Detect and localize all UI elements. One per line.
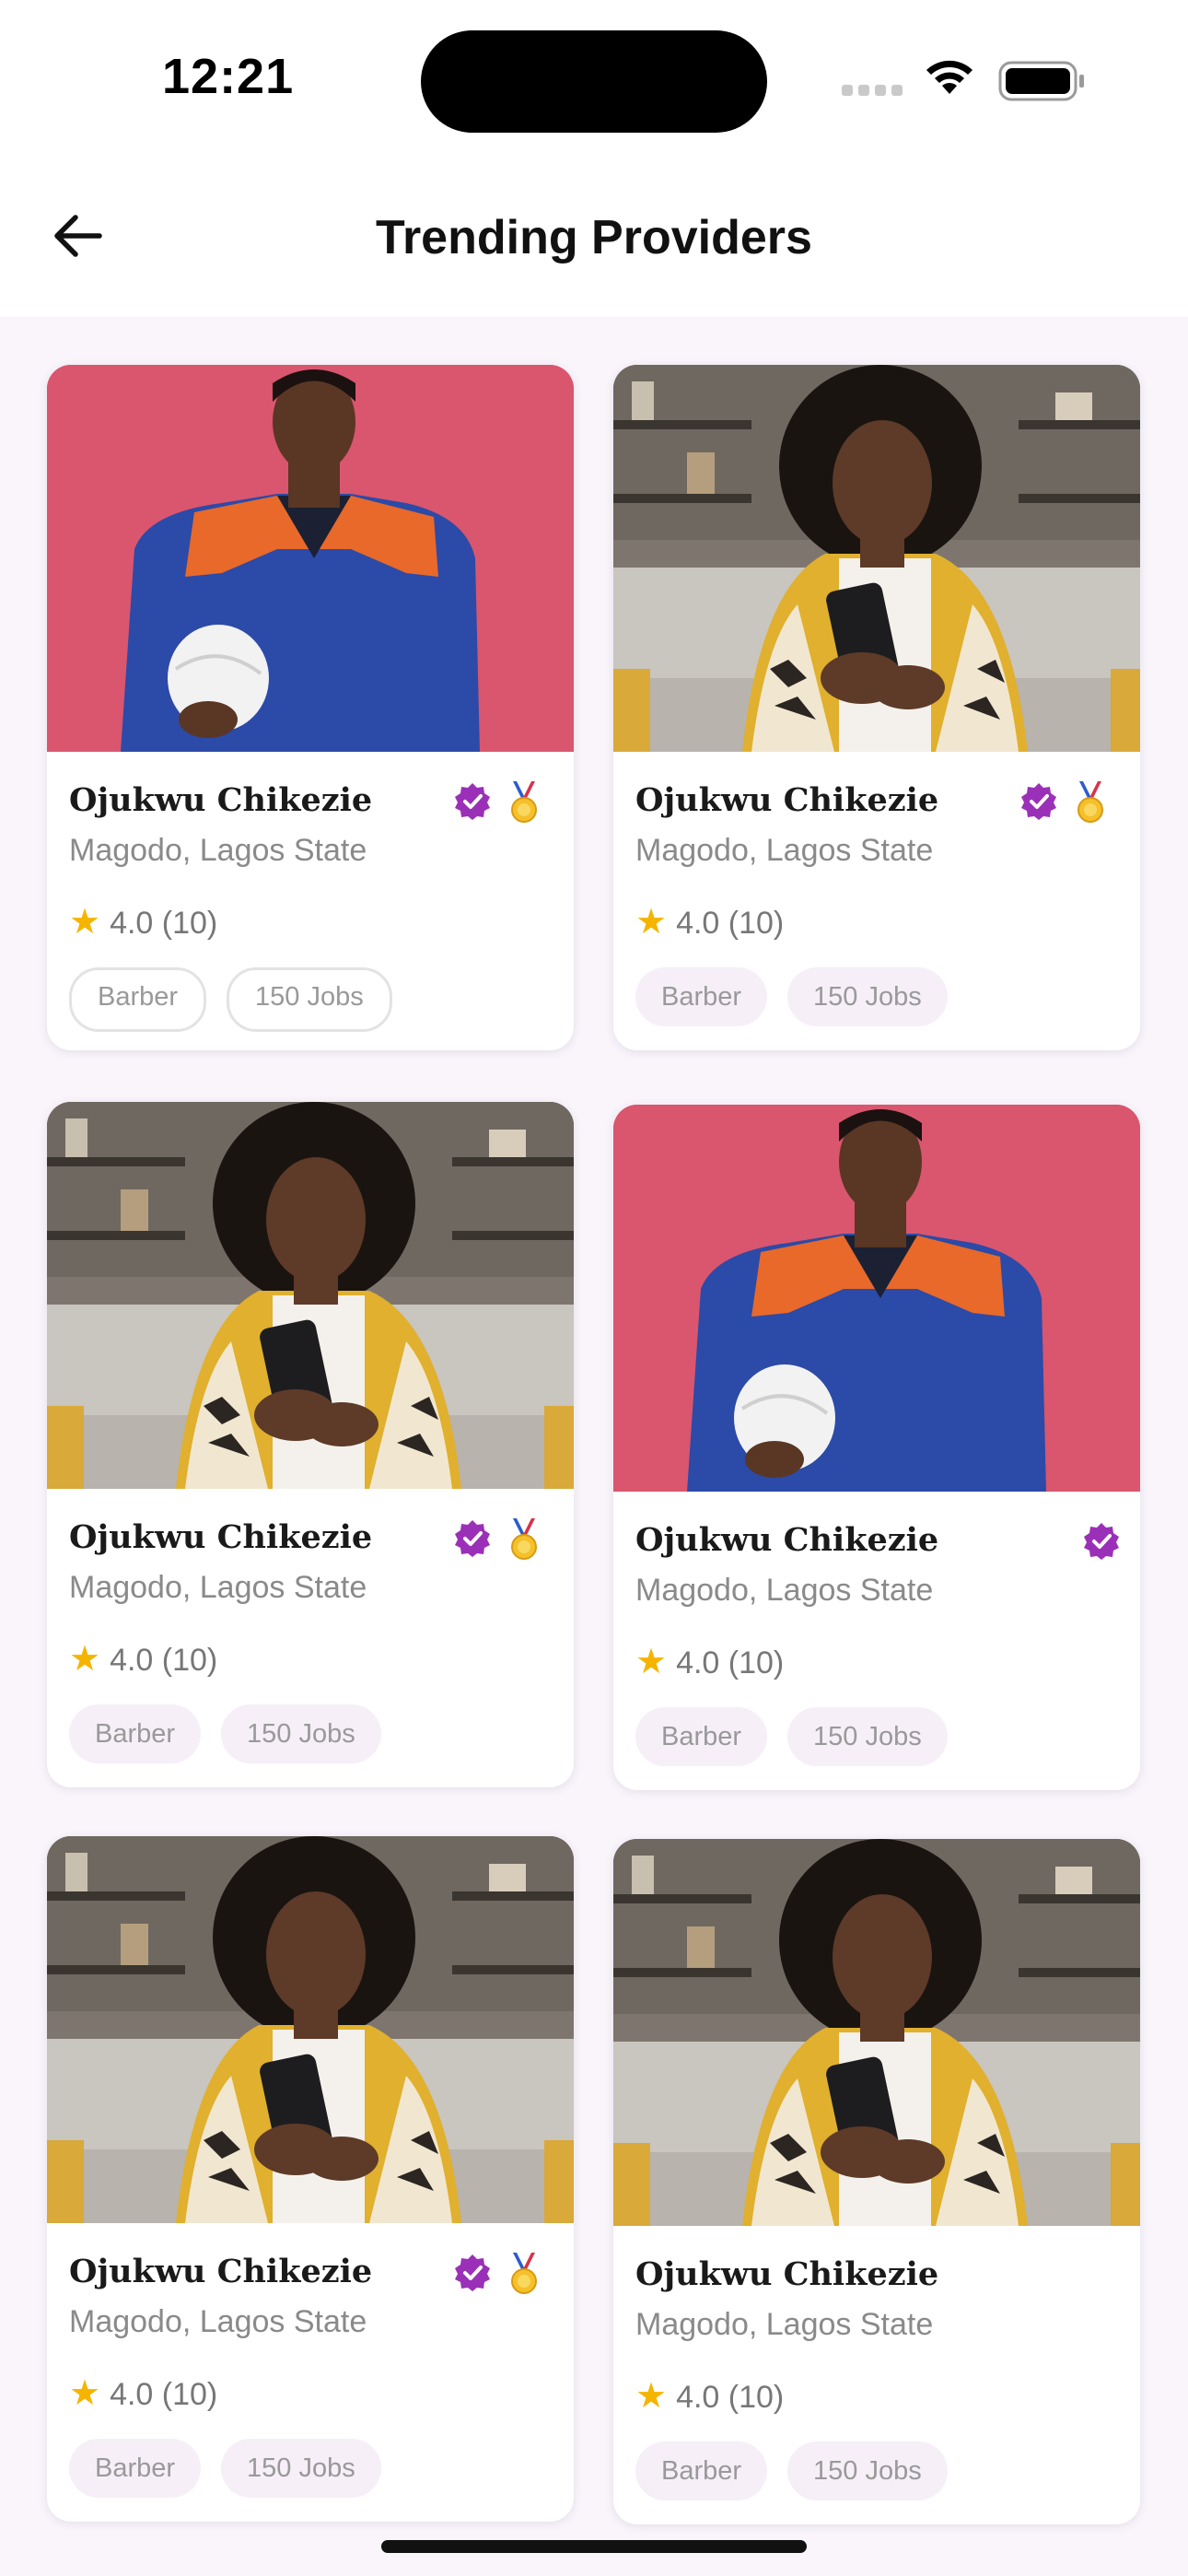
provider-rating: ★ 4.0 (10) bbox=[69, 2372, 217, 2414]
wifi-icon bbox=[926, 60, 973, 94]
provider-rating: ★ 4.0 (10) bbox=[635, 1641, 784, 1682]
dynamic-island bbox=[421, 30, 767, 133]
verified-badge-icon bbox=[455, 1520, 490, 1557]
verified-badge-icon bbox=[1084, 1523, 1119, 1560]
rating-value: 4.0 (10) bbox=[110, 1643, 218, 1678]
provider-tags: Barber 150 Jobs bbox=[635, 967, 968, 1026]
service-tag: Barber bbox=[635, 967, 768, 1026]
page-title: Trending Providers bbox=[376, 211, 812, 264]
verified-badge-icon bbox=[1021, 783, 1056, 820]
provider-location: Magodo, Lagos State bbox=[635, 2307, 934, 2342]
provider-card[interactable]: Ojukwu Chikezie Magodo, Lagos State ★ 4.0… bbox=[47, 1102, 574, 1787]
status-time: 12:21 bbox=[162, 49, 295, 104]
provider-rating: ★ 4.0 (10) bbox=[635, 2375, 784, 2417]
cellular-signal-icon bbox=[842, 85, 908, 101]
jobs-count-tag: 150 Jobs bbox=[221, 2439, 381, 2498]
star-icon: ★ bbox=[635, 1643, 668, 1681]
provider-card[interactable]: Ojukwu Chikezie Magodo, Lagos State ★ 4.0… bbox=[47, 1836, 574, 2522]
verified-badge-icon bbox=[455, 2254, 490, 2291]
jobs-count-tag: 150 Jobs bbox=[787, 2441, 948, 2500]
provider-photo-man bbox=[613, 1105, 1140, 1492]
provider-photo-man bbox=[47, 365, 574, 752]
home-indicator bbox=[381, 2540, 807, 2553]
provider-name: Ojukwu Chikezie bbox=[69, 781, 373, 819]
provider-rating: ★ 4.0 (10) bbox=[69, 1638, 217, 1680]
app-header: Trending Providers bbox=[0, 157, 1188, 317]
status-bar: 12:21 bbox=[0, 0, 1188, 157]
service-tag: Barber bbox=[635, 2441, 768, 2500]
provider-card[interactable]: Ojukwu Chikezie Magodo, Lagos State ★ 4.0… bbox=[613, 1839, 1140, 2524]
provider-tags: Barber 150 Jobs bbox=[69, 967, 413, 1032]
provider-name: Ojukwu Chikezie bbox=[635, 781, 939, 819]
service-tag: Barber bbox=[69, 967, 207, 1032]
provider-photo-woman bbox=[613, 365, 1140, 752]
jobs-count-tag: 150 Jobs bbox=[787, 1707, 948, 1766]
provider-rating: ★ 4.0 (10) bbox=[69, 901, 217, 943]
rating-value: 4.0 (10) bbox=[110, 906, 218, 941]
provider-photo bbox=[47, 365, 574, 752]
provider-name: Ojukwu Chikezie bbox=[635, 2255, 939, 2293]
provider-card[interactable]: Ojukwu Chikezie Magodo, Lagos State ★ 4.0… bbox=[613, 365, 1140, 1050]
star-icon: ★ bbox=[69, 2374, 101, 2413]
star-icon: ★ bbox=[69, 1640, 101, 1679]
provider-photo bbox=[613, 1105, 1140, 1492]
rating-value: 4.0 (10) bbox=[110, 2377, 218, 2412]
provider-photo-woman bbox=[47, 1102, 574, 1489]
provider-rating: ★ 4.0 (10) bbox=[635, 901, 784, 943]
medal-icon bbox=[1077, 781, 1103, 823]
provider-tags: Barber 150 Jobs bbox=[69, 2439, 402, 2498]
provider-tags: Barber 150 Jobs bbox=[69, 1704, 402, 1763]
provider-location: Magodo, Lagos State bbox=[635, 1573, 934, 1608]
medal-icon bbox=[511, 1518, 537, 1560]
service-tag: Barber bbox=[69, 1704, 202, 1763]
verified-badge-icon bbox=[455, 783, 490, 820]
provider-location: Magodo, Lagos State bbox=[69, 833, 367, 868]
provider-photo bbox=[613, 1839, 1140, 2226]
star-icon: ★ bbox=[69, 903, 101, 942]
provider-photo-woman bbox=[613, 1839, 1140, 2226]
provider-photo-woman bbox=[47, 1836, 574, 2223]
battery-icon bbox=[998, 61, 1084, 101]
jobs-count-tag: 150 Jobs bbox=[227, 967, 392, 1032]
provider-photo bbox=[613, 365, 1140, 752]
provider-photo bbox=[47, 1102, 574, 1489]
star-icon: ★ bbox=[635, 2377, 668, 2416]
provider-location: Magodo, Lagos State bbox=[635, 833, 934, 868]
jobs-count-tag: 150 Jobs bbox=[221, 1704, 381, 1763]
medal-icon bbox=[511, 2253, 537, 2294]
provider-tags: Barber 150 Jobs bbox=[635, 2441, 968, 2500]
service-tag: Barber bbox=[635, 1707, 768, 1766]
rating-value: 4.0 (10) bbox=[676, 2380, 785, 2415]
provider-location: Magodo, Lagos State bbox=[69, 2304, 367, 2339]
provider-photo bbox=[47, 1836, 574, 2223]
provider-card[interactable]: Ojukwu Chikezie Magodo, Lagos State ★ 4.0… bbox=[613, 1105, 1140, 1790]
star-icon: ★ bbox=[635, 903, 668, 942]
provider-card[interactable]: Ojukwu Chikezie Magodo, Lagos State ★ 4.0… bbox=[47, 365, 574, 1050]
rating-value: 4.0 (10) bbox=[676, 906, 785, 941]
provider-location: Magodo, Lagos State bbox=[69, 1570, 367, 1605]
medal-icon bbox=[511, 781, 537, 823]
provider-name: Ojukwu Chikezie bbox=[69, 1518, 373, 1556]
rating-value: 4.0 (10) bbox=[676, 1645, 785, 1680]
jobs-count-tag: 150 Jobs bbox=[787, 967, 948, 1026]
provider-tags: Barber 150 Jobs bbox=[635, 1707, 968, 1766]
service-tag: Barber bbox=[69, 2439, 202, 2498]
provider-name: Ojukwu Chikezie bbox=[69, 2253, 373, 2290]
provider-name: Ojukwu Chikezie bbox=[635, 1521, 939, 1559]
